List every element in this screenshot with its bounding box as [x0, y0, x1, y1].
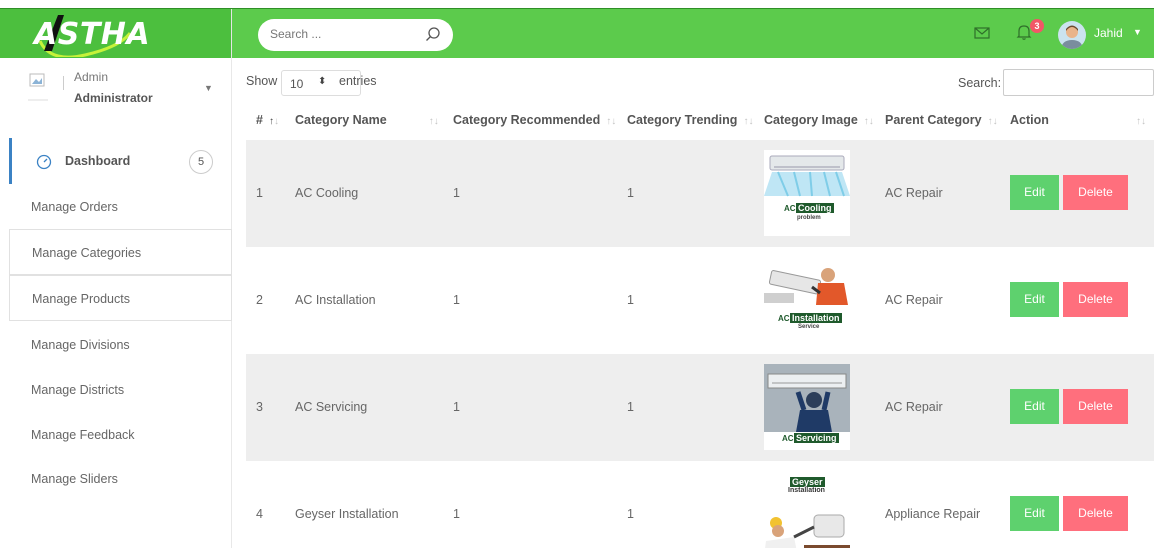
sidebar-item-categories[interactable]: Manage Categories: [9, 229, 232, 275]
cell-id: 3: [256, 400, 263, 414]
table-row: 3 AC Servicing 1 1 AC Servicing AC Repai…: [246, 354, 1154, 461]
cell-parent-category: AC Repair: [885, 293, 943, 307]
sort-icon: ↑↓: [428, 116, 439, 127]
cell-id: 4: [256, 507, 263, 521]
ac-installation-image: [764, 268, 848, 305]
cell-trending: 1: [627, 293, 634, 307]
edit-button[interactable]: Edit: [1010, 175, 1059, 210]
sidebar-item-label: Dashboard: [65, 154, 131, 168]
notification-badge: 3: [1030, 19, 1044, 33]
sidebar-item-divisions[interactable]: Manage Divisions: [9, 322, 232, 368]
column-header-category-name[interactable]: Category Name ↑↓: [295, 113, 439, 127]
broken-image-icon: [28, 73, 48, 101]
top-search-input[interactable]: [270, 27, 420, 41]
column-header-id[interactable]: # ↑↓: [256, 113, 279, 127]
table-row: 4 Geyser Installation 1 1 Geyser Install…: [246, 461, 1154, 548]
delete-button[interactable]: Delete: [1063, 175, 1128, 210]
sidebar-item-label: Manage Divisions: [31, 338, 130, 352]
page-length-value: 10: [290, 77, 304, 91]
edit-button[interactable]: Edit: [1010, 389, 1059, 424]
sidebar-profile[interactable]: Admin Administrator ▼: [0, 58, 232, 134]
sidebar-item-label: Manage Orders: [31, 200, 118, 214]
user-avatar-icon: [1061, 25, 1083, 49]
cell-parent-category: AC Repair: [885, 186, 943, 200]
sidebar-item-districts[interactable]: Manage Districts: [9, 367, 232, 413]
sort-icon: ↑↓: [743, 116, 754, 127]
sidebar-item-products[interactable]: Manage Products: [9, 275, 232, 321]
user-name[interactable]: Jahid: [1094, 26, 1123, 40]
search-icon[interactable]: [425, 26, 441, 42]
select-arrows-icon: ⬍: [318, 76, 327, 87]
table-search-input[interactable]: [1003, 69, 1154, 96]
entries-label: entries: [339, 74, 377, 88]
geyser-installation-image: [765, 514, 850, 548]
cell-recommended: 1: [453, 293, 460, 307]
column-header-parent[interactable]: Parent Category ↑↓: [885, 113, 998, 127]
sort-icon: ↑↓: [987, 116, 998, 127]
sidebar-item-label: Manage Districts: [31, 383, 125, 397]
table-row: 2 AC Installation 1 1 AC Installation Se…: [246, 247, 1154, 354]
delete-button[interactable]: Delete: [1063, 389, 1128, 424]
user-menu-caret-icon[interactable]: ▼: [1133, 27, 1142, 37]
dashboard-gauge-icon: [36, 154, 52, 170]
category-image-geyser-installation: Geyser Installation: [764, 471, 850, 548]
sidebar-item-label: Manage Products: [32, 292, 130, 306]
sort-desc-icon: ↓: [273, 116, 279, 127]
cell-category-name: Geyser Installation: [295, 507, 399, 521]
category-image-ac-cooling: AC Cooling problem: [764, 150, 850, 236]
edit-button[interactable]: Edit: [1010, 496, 1059, 531]
table-search-label: Search:: [958, 76, 1002, 90]
avatar[interactable]: [1058, 21, 1086, 49]
dashboard-count-badge: 5: [189, 150, 213, 174]
cell-recommended: 1: [453, 507, 460, 521]
sidebar-item-label: Manage Sliders: [31, 472, 118, 486]
sort-icon: ↑↓: [606, 116, 617, 127]
logo-area[interactable]: ASTHA: [0, 9, 232, 59]
mail-icon[interactable]: [974, 26, 990, 40]
table-header: # ↑↓ Category Name ↑↓ Category Recommended…: [246, 108, 1154, 140]
top-navbar: ASTHA 3 Jahid ▼: [0, 8, 1154, 59]
sidebar-item-sliders[interactable]: Manage Sliders: [9, 456, 232, 502]
ac-unit-image: [764, 155, 850, 197]
column-header-recommended[interactable]: Category Recommended ↑↓: [453, 113, 616, 127]
sidebar-item-label: Manage Categories: [32, 246, 142, 260]
cell-id: 1: [256, 186, 263, 200]
table-row: 1 AC Cooling 1 1 AC Cooling problem AC R…: [246, 140, 1154, 247]
sidebar-item-dashboard[interactable]: Dashboard 5: [9, 138, 232, 184]
show-label: Show: [246, 74, 278, 88]
profile-name: Administrator: [74, 91, 153, 105]
edit-button[interactable]: Edit: [1010, 282, 1059, 317]
profile-role: Admin: [74, 70, 109, 84]
cell-category-name: AC Servicing: [295, 400, 368, 414]
category-image-ac-servicing: AC Servicing: [764, 364, 850, 450]
profile-divider: [63, 76, 64, 90]
sidebar: Admin Administrator ▼ Dashboard 5 Manage…: [0, 58, 232, 548]
cell-parent-category: AC Repair: [885, 400, 943, 414]
column-header-image[interactable]: Category Image ↑↓: [764, 113, 874, 127]
cell-parent-category: Appliance Repair: [885, 507, 981, 521]
delete-button[interactable]: Delete: [1063, 282, 1128, 317]
cell-trending: 1: [627, 400, 634, 414]
delete-button[interactable]: Delete: [1063, 496, 1128, 531]
cell-id: 2: [256, 293, 263, 307]
cell-category-name: AC Cooling: [295, 186, 359, 200]
cell-trending: 1: [627, 507, 634, 521]
profile-caret-icon[interactable]: ▼: [204, 83, 213, 93]
sidebar-item-orders[interactable]: Manage Orders: [9, 184, 232, 230]
main-content: Show 10 ⬍ entries Search: # ↑↓ Category N…: [232, 58, 1154, 548]
cell-trending: 1: [627, 186, 634, 200]
logo-text: ASTHA: [34, 17, 151, 52]
category-image-ac-installation: AC Installation Service: [764, 257, 850, 343]
sort-icon: ↑↓: [1136, 116, 1146, 127]
cell-category-name: AC Installation: [295, 293, 376, 307]
column-header-trending[interactable]: Category Trending ↑↓: [627, 113, 753, 127]
sidebar-item-feedback[interactable]: Manage Feedback: [9, 412, 232, 458]
top-search-box[interactable]: [258, 19, 453, 51]
sort-icon: ↑↓: [863, 116, 874, 127]
sidebar-item-label: Manage Feedback: [31, 428, 135, 442]
cell-recommended: 1: [453, 186, 460, 200]
column-header-action[interactable]: Action: [1010, 113, 1049, 127]
cell-recommended: 1: [453, 400, 460, 414]
